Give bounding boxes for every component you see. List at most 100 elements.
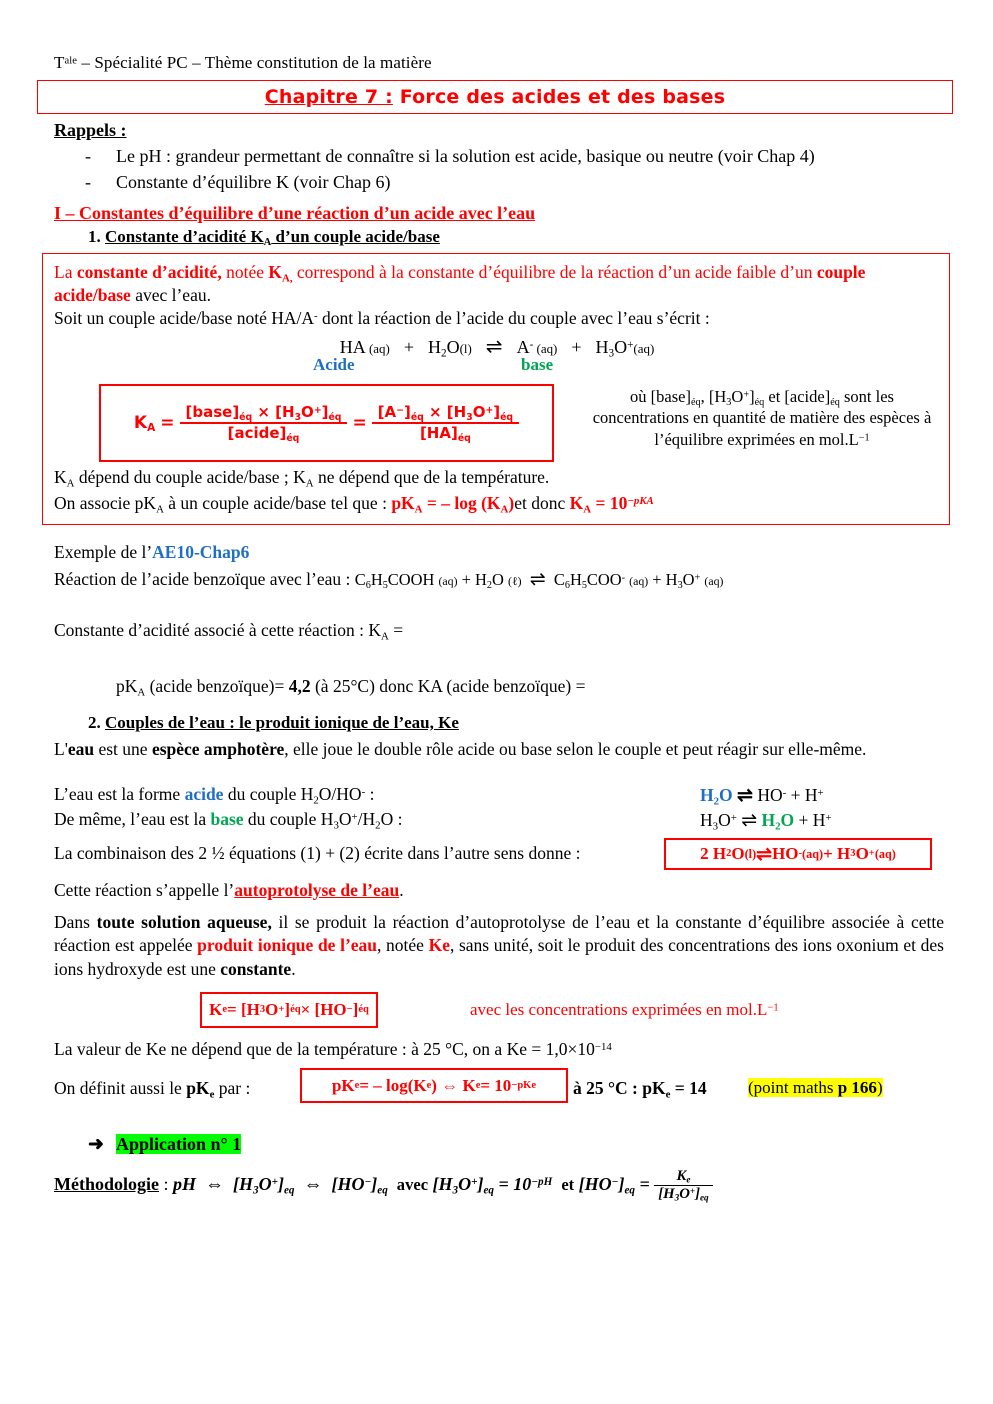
def-text-3: correspond à la constante d’équilibre de… [292,262,817,282]
p-eau-bold-amphotere: espèce amphotère [151,739,285,759]
example-title: Exemple de l’AE10-Chap6 [54,542,249,563]
ka-frac2-denominator: [HA]éq [371,422,520,443]
methodologie-colon: : [159,1174,174,1195]
p-aq-red-ke: Ke [428,935,450,956]
subsection-label-b: d’un couple acide/base [271,227,440,246]
ka-fraction-2: [A−]éq × [H3O+]éq [HA]éq [371,403,520,443]
chapter-title-banner: Chapitre 7 : Force des acides et des bas… [37,80,953,114]
eq-ha-reactant: HA [339,337,366,357]
eq-h3o-state: (aq) [633,341,655,356]
p-aq-bold-solution: toute solution aqueuse, [96,912,272,932]
bullet-dash: - [85,146,91,166]
ka-fraction-1: [base]éq × [H3O+]éq [acide]éq [179,403,348,443]
line-forme-acide: L’eau est la forme acide du couple H2O/H… [54,784,375,807]
definition-line-2: Soit un couple acide/base noté HA/A- don… [54,308,940,329]
document-page: Tale – Spécialité PC – Thème constitutio… [0,0,993,1404]
line-forme-base: De même, l’eau est la base du couple H3O… [54,809,403,832]
keyword-autoprotolyse: autoprotolyse de l’eau [234,880,400,900]
methodo-fraction: Ke [H3O+]eq [654,1168,713,1204]
subsection-number: 1. [88,227,101,246]
eq-base-h2o: H2O [761,810,795,833]
subsection-heading-2: 2. Couples de l’eau : le produit ionique… [88,713,459,733]
ka-formula: KA = [base]éq × [H3O+]éq [acide]éq = [A−]éq ×… [133,403,520,443]
def-bold-ka: KA, [268,262,293,285]
methodo-h3o-1: [H3O+]eq [233,1174,295,1197]
keyword-base: base [210,809,244,829]
pke-formula-box: pK e = – log(K e) ⇔ Ke = 10 −pKe [300,1068,568,1103]
methodo-ho-1: [HO−]eq [331,1174,388,1197]
ka-exp-formula: KA = 10−pKA [569,493,654,516]
bullet-dash: - [85,172,91,192]
eq-base-h3o: H3O+ [700,810,737,833]
eq-a-state: (aq) [533,341,558,356]
example-pka-line: pKA (acide benzoïque)= 4,2 (à 25°C) donc… [116,676,586,699]
example-reaction-label: Réaction de l’acide benzoïque avec l’eau… [54,569,355,589]
pke-prefix-bold: pKe [186,1078,215,1101]
eq-a-minus: A- [516,337,534,357]
ke-note: avec les concentrations exprimées en mol… [470,1000,779,1019]
equation-water-base: H3O+ ⇌ H2O + H+ [700,810,832,833]
p-eau-c: est une [94,739,152,759]
example-reaction-equation: C6H5COOH (aq) + H2O (ℓ) ⇌ C6H5COO- (aq) … [354,569,724,592]
p-aq-red-produit: produit ionique de l’eau [197,935,378,956]
equilibrium-arrow-icon: ⇌ [485,336,503,358]
example-reaction: Réaction de l’acide benzoïque avec l’eau… [54,568,723,591]
eq-h2o: H2O [427,337,460,360]
point-maths-reference: (point maths p 166) [748,1078,883,1098]
def-text-4: avec l’eau. [130,285,211,306]
methodologie-label: Méthodologie [54,1174,159,1195]
header-sup: ale [64,55,78,67]
ka-frac2-numerator: [A−]éq × [H3O+]éq [377,403,514,424]
line-ke-value: La valeur de Ke ne dépend que de la temp… [54,1039,612,1059]
rappels-heading: Rappels : [54,120,127,140]
subsection-2-label: Couples de l’eau : le produit ionique de… [105,713,459,732]
methodo-eq-2: = [639,1174,650,1195]
def-line2-b: dont la réaction de l’acide du couple av… [317,308,710,328]
definition-line-3: KA dépend du couple acide/base ; KA ne d… [54,467,550,490]
methodo-et: et [561,1175,575,1195]
equation-ha-water: HA (aq) + H2O(l) ⇌ A- (aq) + H3O+(aq) [339,336,655,360]
p-eau-d: , elle joue le double rôle acide ou base… [284,739,867,759]
def-ka-sub: A, [281,272,293,285]
eq-ha-state: (aq) [365,341,390,356]
chapter-title: Chapitre 7 : Force des acides et des bas… [265,86,726,108]
rappels-item-2: Constante d’équilibre K (voir Chap 6) [116,172,391,192]
line-auto-b: . [399,880,404,900]
subsection-2-number: 2. [88,713,101,732]
methodo-ho-2: [HO−]eq [578,1174,635,1197]
pke-value-25c: à 25 °C : pKe = 14 [573,1078,707,1101]
p-aq-bold-constante: constante [220,958,292,979]
p-aq-f: . [291,958,296,979]
methodo-eq-1: = 10−pH [498,1174,553,1195]
section-heading-1: I – Constantes d’équilibre d’une réactio… [54,203,536,223]
application-label: Application n° 1 [116,1134,242,1155]
subsection-label-a: Constante d’acidité K [105,227,264,246]
page-header: Tale – Spécialité PC – Thème constitutio… [54,53,432,73]
line-base-a: De même, l’eau est la [54,809,211,829]
eq-h3o: H3O+ [595,337,634,360]
point-maths-close: ) [876,1078,883,1097]
p-aq-d: , notée [377,935,429,956]
def-text-2: notée [221,262,269,282]
subsection-heading-1: 1. Constante d’acidité KA d’un couple ac… [88,227,440,248]
pke-prefix-c: par : [214,1078,251,1098]
ka-note: où [base]éq, [H3O+]éq et [acide]éq sont … [592,387,932,449]
ka-symbol: KA [133,412,156,434]
pka-formula: pKA = – log (KA) [391,493,515,516]
methodo-avec: avec [396,1175,429,1195]
def-line2-a: Soit un couple acide/base noté HA/A [54,308,315,328]
line-pke-definition: On définit aussi le pKe par : [54,1078,251,1101]
example-title-prefix: Exemple de l’ [54,542,153,562]
ke-formula-box: Ke = [H 3 O +] éq × [HO −] éq [200,992,378,1028]
example-reference-link[interactable]: AE10-Chap6 [152,542,249,562]
example-ka-line: Constante d’acidité associé à cette réac… [54,620,404,643]
pke-prefix-a: On définit aussi le [54,1078,187,1098]
chapter-number: Chapitre 7 : [264,86,393,108]
header-rest: – Spécialité PC – Thème constitution de … [77,53,432,72]
def-line4-mid: et donc [514,493,570,513]
line-combinaison: La combinaison des 2 ½ équations (1) + (… [54,843,581,863]
subsection-label: Constante d’acidité KA d’un couple acide… [105,227,440,248]
point-maths-page: p 166 [837,1078,877,1097]
methodologie-line: Méthodologie : pH ⇔ [H3O+]eq ⇔ [HO−]eq a… [54,1168,713,1204]
definition-line-1: La constante d’acidité, notée KA, corres… [54,261,940,307]
